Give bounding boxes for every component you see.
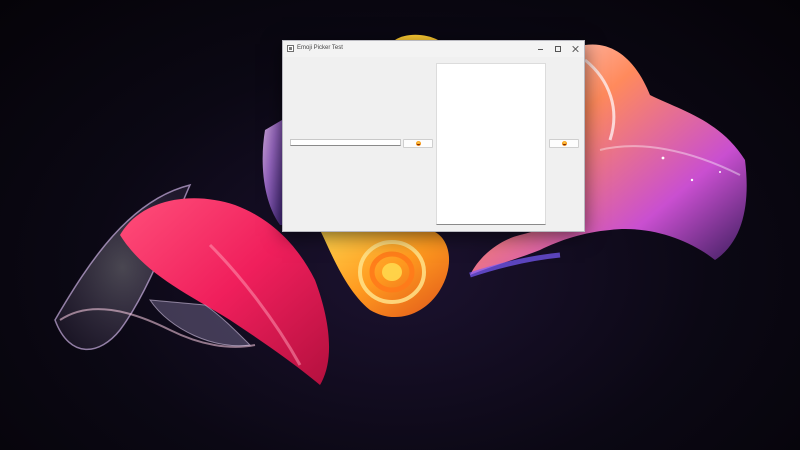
- desktop: Emoji Picker Test: [0, 0, 800, 450]
- emoji-picker-button[interactable]: [403, 139, 433, 148]
- window-client-area: [283, 57, 584, 231]
- maximize-icon: [555, 46, 561, 52]
- text-input[interactable]: [290, 139, 401, 146]
- close-button[interactable]: [567, 41, 585, 57]
- app-window: Emoji Picker Test: [282, 40, 585, 232]
- minimize-button[interactable]: [531, 41, 549, 57]
- emoji-icon: [561, 141, 567, 146]
- multiline-text-area[interactable]: [436, 63, 546, 225]
- app-window-icon: [287, 45, 294, 52]
- minimize-icon: [537, 48, 543, 50]
- window-title: Emoji Picker Test: [297, 45, 343, 51]
- emoji-picker-button-secondary[interactable]: [549, 139, 579, 148]
- emoji-icon: [415, 141, 421, 146]
- title-bar[interactable]: Emoji Picker Test: [283, 41, 584, 57]
- maximize-button[interactable]: [549, 41, 567, 57]
- close-icon: [573, 46, 579, 52]
